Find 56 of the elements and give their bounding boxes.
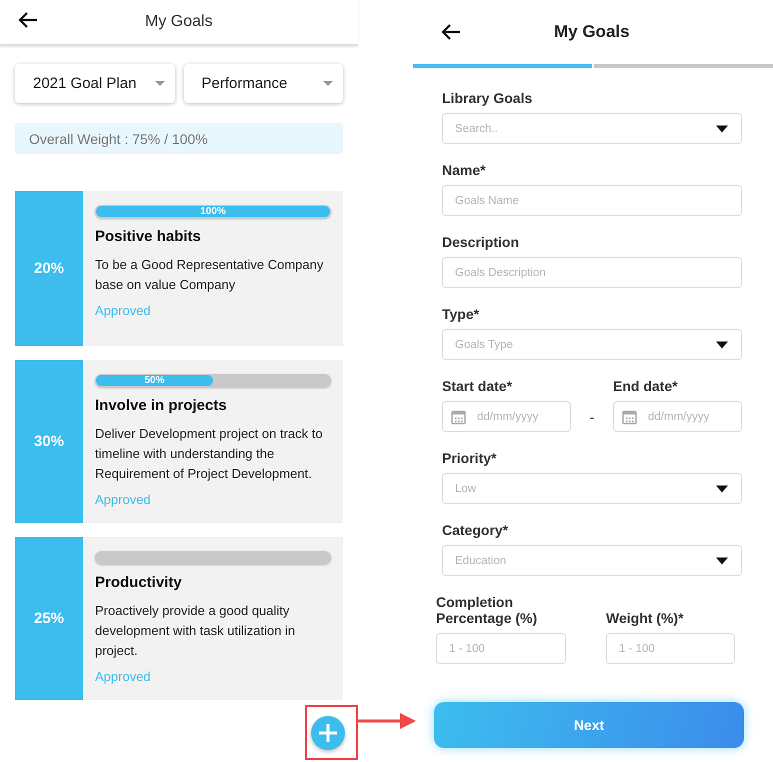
goal-description: To be a Good Representative Company base on value Company [95, 256, 324, 294]
goal-title: Productivity [95, 574, 183, 591]
input-field[interactable]: 1 - 100 [606, 633, 735, 664]
goal-title: Involve in projects [95, 397, 228, 414]
goal-title: Positive habits [95, 228, 202, 245]
dropdown[interactable]: 2021 Goal Plan [15, 64, 174, 103]
goal-card[interactable]: 30% 50% Involve in projects Deliver Development project on track to timeline with understanding the Requirement of Project Development. Approved [15, 360, 343, 523]
input-field[interactable]: Goals Description [442, 257, 742, 288]
field-label: Completion Percentage (%) [436, 594, 538, 626]
progress-label: 50% [144, 376, 164, 386]
caret-icon [716, 485, 728, 492]
status-label: Approved [95, 303, 151, 318]
status-label: Approved [95, 492, 151, 507]
highlight-frame [305, 705, 358, 760]
field-label: End date* [613, 378, 679, 394]
caret-icon [716, 341, 728, 348]
dropdown-field[interactable]: Education [442, 545, 742, 576]
screen-title: My Goals [554, 22, 630, 42]
goal-description: Deliver Development project on track to timeline with understanding the Requirement of Project Development. [95, 425, 324, 483]
caret-icon [154, 80, 164, 86]
calendar-icon [622, 409, 637, 424]
status-label: Approved [95, 669, 151, 684]
field-label: Library Goals [442, 90, 534, 106]
goal-card[interactable]: 20% 100% Positive habits To be a Good Representative Company base on value Company Approved [15, 191, 343, 346]
date-field[interactable]: dd/mm/yyyy [613, 401, 742, 432]
input-field[interactable]: 1 - 100 [436, 633, 566, 664]
field-label: Description [442, 234, 520, 250]
date-separator: - [590, 409, 594, 425]
field-label: Priority* [442, 450, 498, 466]
weight-label: 25% [15, 537, 83, 700]
screen-title: My Goals [145, 13, 213, 31]
field-label: Category* [442, 522, 510, 538]
arrow-icon [358, 713, 416, 729]
dropdown-field[interactable]: Low [442, 473, 742, 504]
input-field[interactable]: Goals Name [442, 185, 742, 216]
back-arrow-icon[interactable] [18, 12, 38, 28]
date-field[interactable]: dd/mm/yyyy [442, 401, 571, 432]
dropdown[interactable]: Performance [184, 64, 343, 103]
field-label: Start date* [442, 378, 514, 394]
dropdown-field[interactable]: Search.. [442, 113, 742, 144]
overall-weight-banner: Overall Weight : 75% / 100% [15, 123, 343, 154]
field-label: Type* [442, 306, 480, 322]
caret-icon [323, 80, 333, 86]
field-label: Weight (%)* [606, 610, 685, 626]
caret-icon [716, 557, 728, 564]
back-arrow-icon[interactable] [441, 24, 461, 40]
goal-description: Proactively provide a good quality development with task utilization in project. [95, 602, 296, 660]
dropdown-field[interactable]: Goals Type [442, 329, 742, 360]
weight-label: 20% [15, 191, 83, 346]
progress-label: 100% [200, 206, 226, 216]
caret-icon [716, 125, 728, 132]
calendar-icon [451, 409, 466, 424]
goal-card[interactable]: 25% Productivity Proactively provide a good quality development with task utilization in project. Approved [15, 537, 343, 700]
field-label: Name* [442, 162, 487, 178]
weight-label: 30% [15, 360, 83, 523]
plus-icon [318, 723, 338, 743]
